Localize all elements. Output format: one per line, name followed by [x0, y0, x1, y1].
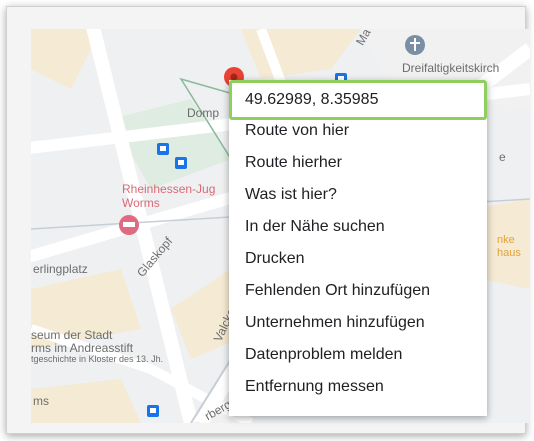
menu-item-whats-here[interactable]: Was ist hier?	[245, 187, 337, 203]
menu-item-report-data-problem[interactable]: Datenproblem melden	[245, 347, 402, 363]
menu-item-add-business[interactable]: Unternehmen hinzufügen	[245, 315, 425, 331]
menu-item-route-to-here[interactable]: Route hierher	[245, 155, 342, 171]
menu-item-add-missing-place[interactable]: Fehlenden Ort hinzufügen	[245, 283, 430, 299]
menu-item-search-nearby[interactable]: In der Nähe suchen	[245, 219, 385, 235]
street-label-platz: erlingplatz	[33, 262, 88, 276]
museum-label-line1: seum der Stadt	[31, 328, 113, 342]
transit-stop-icon[interactable]	[157, 143, 169, 155]
poi-label-haus-line1: nke	[497, 234, 515, 246]
poi-label-haus-line2: haus	[497, 247, 521, 259]
church-label: Dreifaltigkeitskirch	[402, 61, 500, 75]
street-label-e: e	[499, 150, 506, 164]
museum-label-line3: tgeschichte in Kloster des 13. Jh.	[31, 354, 164, 364]
map-context-menu: 49.62989, 8.35985 Route von hier Route h…	[229, 80, 487, 416]
screenshot-frame: Ma Dreifaltigkeitskirch Domp Rheinhessen…	[6, 6, 530, 434]
street-label-ms: ms	[33, 394, 49, 408]
hostel-icon[interactable]	[119, 215, 139, 235]
hostel-label-line2: Worms	[122, 196, 160, 210]
transit-stop-icon[interactable]	[175, 157, 187, 169]
dom-label: Domp	[187, 106, 220, 120]
church-icon[interactable]	[405, 35, 425, 55]
hostel-label-line1: Rheinhessen-Jug	[122, 182, 216, 196]
menu-item-route-from-here[interactable]: Route von hier	[245, 123, 349, 139]
coordinates-item[interactable]: 49.62989, 8.35985	[229, 80, 487, 120]
coordinates-text: 49.62989, 8.35985	[245, 91, 379, 108]
museum-label-line2: rms im Andreasstift	[31, 341, 134, 355]
transit-stop-icon[interactable]	[147, 405, 159, 417]
menu-item-print[interactable]: Drucken	[245, 251, 305, 267]
menu-item-measure-distance[interactable]: Entfernung messen	[245, 379, 384, 395]
